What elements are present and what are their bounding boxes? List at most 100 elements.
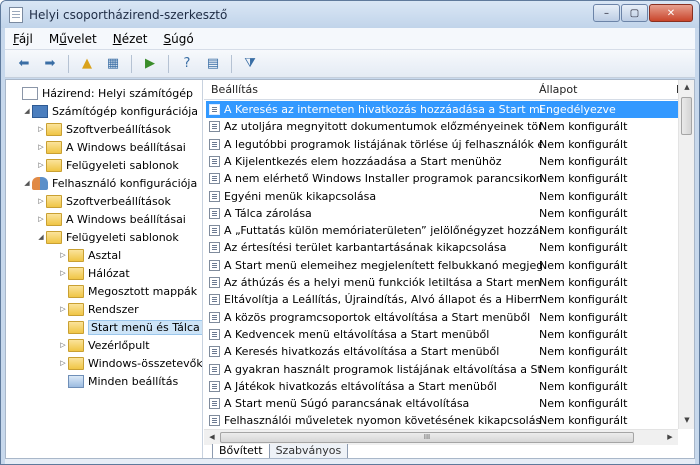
expand-arrow-icon[interactable]: ▷ bbox=[58, 251, 68, 259]
close-button[interactable]: ✕ bbox=[649, 4, 693, 22]
vertical-scrollbar[interactable]: ▲ ▼ bbox=[678, 80, 694, 429]
expand-arrow-icon[interactable]: ▷ bbox=[36, 161, 46, 169]
setting-state: Nem konfigurált bbox=[539, 189, 628, 203]
setting-name: A nem elérhető Windows Installer program… bbox=[224, 172, 542, 186]
tree-node-label: Start menü és Tálca bbox=[88, 319, 202, 335]
tree-node[interactable]: ◢ Számítógép konfigurációja bbox=[22, 102, 198, 120]
tree-node[interactable]: ▷ Szoftverbeállítások bbox=[36, 120, 171, 138]
app-window: Helyi csoportházirend-szerkesztő – ▢ ✕ F… bbox=[0, 0, 700, 465]
back-icon[interactable]: ⬅ bbox=[13, 54, 35, 74]
folder-icon bbox=[68, 302, 84, 316]
expand-arrow-icon[interactable]: ▷ bbox=[58, 359, 68, 367]
expand-arrow-icon[interactable]: ▷ bbox=[36, 143, 46, 151]
settings-list: Beállítás Állapot M A Keresés az interne… bbox=[204, 80, 694, 458]
tree-node[interactable]: ◢ Felügyeleti sablonok bbox=[36, 228, 179, 246]
title-bar[interactable]: Helyi csoportházirend-szerkesztő – ▢ ✕ bbox=[1, 1, 699, 28]
maximize-button[interactable]: ▢ bbox=[621, 4, 648, 22]
tree-node-label: Minden beállítás bbox=[88, 374, 179, 388]
table-row[interactable]: A Kedvencek menü eltávolítása a Start me… bbox=[206, 326, 678, 343]
horizontal-scroll-thumb[interactable]: III bbox=[220, 432, 634, 443]
tree-node[interactable]: ▷ A Windows beállításai bbox=[36, 210, 186, 228]
menu-fajl[interactable]: Fájl bbox=[5, 32, 41, 46]
scroll-down-arrow-icon[interactable]: ▼ bbox=[679, 416, 694, 424]
policy-setting-icon bbox=[209, 225, 220, 237]
tree-node[interactable]: ▷ Rendszer bbox=[58, 300, 139, 318]
column-header-setting[interactable]: Beállítás bbox=[211, 83, 258, 96]
setting-state: Nem konfigurált bbox=[539, 362, 628, 376]
scroll-right-arrow-icon[interactable]: ▶ bbox=[662, 433, 678, 441]
tab-extended[interactable]: Bővített bbox=[212, 444, 270, 458]
table-row[interactable]: Az értesítési terület karbantartásának k… bbox=[206, 239, 678, 256]
table-row[interactable]: A legutóbbi programok listájának törlése… bbox=[206, 136, 678, 153]
toolbar-separator bbox=[131, 54, 132, 73]
tree-node-label: Asztal bbox=[88, 248, 122, 262]
forward-icon[interactable]: ➡ bbox=[39, 54, 61, 74]
expand-arrow-icon[interactable]: ▷ bbox=[36, 197, 46, 205]
table-row[interactable]: A Kijelentkezés elem hozzáadása a Start … bbox=[206, 153, 678, 170]
menu-nezet[interactable]: Nézet bbox=[105, 32, 156, 46]
tree-node[interactable]: ▷ Szoftverbeállítások bbox=[36, 192, 171, 210]
expand-arrow-icon[interactable]: ▷ bbox=[58, 305, 68, 313]
setting-state: Nem konfigurált bbox=[539, 345, 628, 359]
tree-node-label: Számítógép konfigurációja bbox=[52, 104, 198, 118]
show-hide-tree-icon[interactable]: ▦ bbox=[102, 54, 124, 74]
policy-setting-icon bbox=[209, 259, 220, 271]
expand-arrow-icon[interactable]: ▷ bbox=[58, 269, 68, 277]
collapse-arrow-icon[interactable]: ◢ bbox=[22, 179, 32, 187]
table-row[interactable]: Egyéni menük kikapcsolása Nem konfigurált bbox=[206, 188, 678, 205]
view-tabs: Bővített Szabványos bbox=[212, 444, 349, 458]
up-folder-icon[interactable]: ▲ bbox=[76, 54, 98, 74]
vertical-scroll-thumb[interactable] bbox=[681, 97, 692, 135]
properties-icon[interactable]: ▤ bbox=[202, 54, 224, 74]
table-row[interactable]: A Start menü elemeihez megjelenített fel… bbox=[206, 257, 678, 274]
tab-standard[interactable]: Szabványos bbox=[268, 444, 349, 458]
menu-muvelet[interactable]: Művelet bbox=[41, 32, 105, 46]
tree-node[interactable]: Házirend: Helyi számítógép bbox=[12, 84, 193, 102]
table-row[interactable]: A „Futtatás külön memóriaterületen” jelö… bbox=[206, 222, 678, 239]
tree-node[interactable]: ▷ Hálózat bbox=[58, 264, 130, 282]
table-row[interactable]: A Start menü Súgó parancsának eltávolítá… bbox=[206, 395, 678, 412]
tree-node[interactable]: Minden beállítás bbox=[58, 372, 178, 390]
table-row[interactable]: A közös programcsoportok eltávolítása a … bbox=[206, 309, 678, 326]
tree-node-label: Házirend: Helyi számítógép bbox=[42, 86, 193, 100]
setting-state: Nem konfigurált bbox=[539, 154, 628, 168]
tree-node[interactable]: Megosztott mappák bbox=[58, 282, 197, 300]
minimize-button[interactable]: – bbox=[593, 4, 620, 22]
policy-setting-icon bbox=[209, 138, 220, 150]
help-icon[interactable]: ? bbox=[176, 54, 198, 74]
table-row[interactable]: A Keresés hivatkozás eltávolítása a Star… bbox=[206, 343, 678, 360]
tree-node[interactable]: Start menü és Tálca bbox=[58, 318, 202, 336]
table-row[interactable]: Az utoljára megnyitott dokumentumok előz… bbox=[206, 118, 678, 135]
expand-arrow-icon[interactable]: ▷ bbox=[36, 215, 46, 223]
table-row[interactable]: Felhasználói műveletek nyomon követéséne… bbox=[206, 412, 678, 429]
tree-node[interactable]: ▷ Windows-összetevők bbox=[58, 354, 202, 372]
filter-icon[interactable]: ⧩ bbox=[239, 54, 261, 74]
scroll-up-arrow-icon[interactable]: ▲ bbox=[679, 83, 694, 91]
column-header-state[interactable]: Állapot bbox=[539, 83, 577, 96]
column-header-bar: Beállítás Állapot M bbox=[204, 80, 686, 100]
horizontal-scrollbar[interactable]: ◀ III ▶ bbox=[204, 429, 678, 445]
tree-node[interactable]: ▷ A Windows beállításai bbox=[36, 138, 186, 156]
table-row[interactable]: A Játékok hivatkozás eltávolítása a Star… bbox=[206, 378, 678, 395]
table-row[interactable]: Az áthúzás és a helyi menü funkciók leti… bbox=[206, 274, 678, 291]
scroll-left-arrow-icon[interactable]: ◀ bbox=[204, 433, 220, 441]
table-row[interactable]: A Tálca zárolása Nem konfigurált bbox=[206, 205, 678, 222]
tree-node[interactable]: ▷ Vezérlőpult bbox=[58, 336, 150, 354]
setting-state: Nem konfigurált bbox=[539, 241, 628, 255]
table-row[interactable]: A gyakran használt programok listájának … bbox=[206, 361, 678, 378]
table-row[interactable]: A nem elérhető Windows Installer program… bbox=[206, 170, 678, 187]
expand-arrow-icon[interactable]: ▷ bbox=[36, 125, 46, 133]
setting-name: A Tálca zárolása bbox=[224, 206, 312, 220]
tree-node[interactable]: ◢ Felhasználó konfigurációja bbox=[22, 174, 197, 192]
export-list-icon[interactable]: ▶ bbox=[139, 54, 161, 74]
table-row[interactable]: A Keresés az interneten hivatkozás hozzá… bbox=[206, 101, 678, 118]
setting-name: Az értesítési terület karbantartásának k… bbox=[224, 241, 507, 255]
tree-node[interactable]: ▷ Felügyeleti sablonok bbox=[36, 156, 179, 174]
tree-node[interactable]: ▷ Asztal bbox=[58, 246, 121, 264]
expand-arrow-icon[interactable]: ▷ bbox=[58, 341, 68, 349]
collapse-arrow-icon[interactable]: ◢ bbox=[22, 107, 32, 115]
doc-icon bbox=[22, 86, 38, 100]
collapse-arrow-icon[interactable]: ◢ bbox=[36, 233, 46, 241]
menu-sugo[interactable]: Súgó bbox=[155, 32, 201, 46]
table-row[interactable]: Eltávolítja a Leállítás, Újraindítás, Al… bbox=[206, 291, 678, 308]
